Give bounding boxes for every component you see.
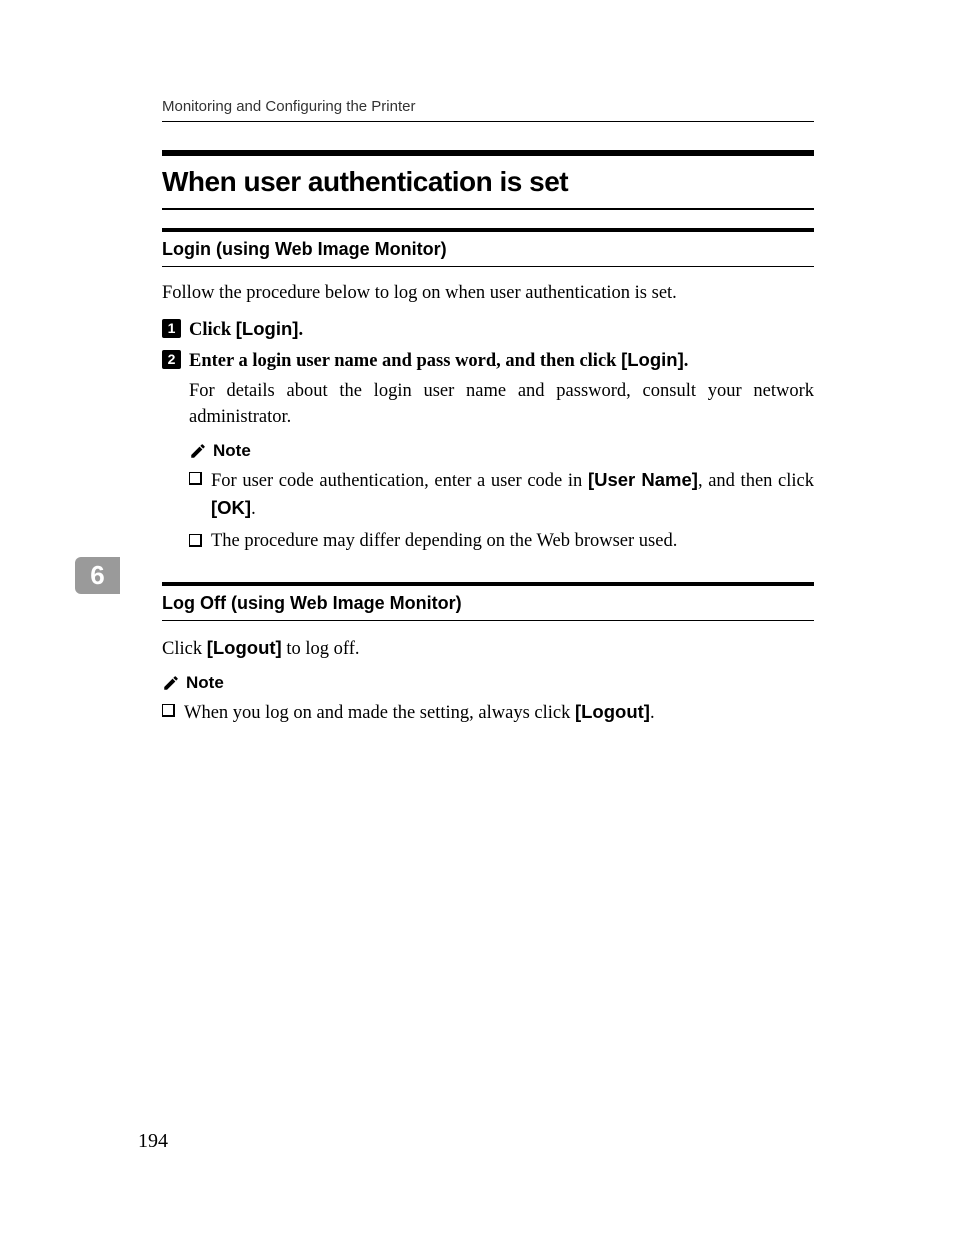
- note-text: For user code authentication, enter a us…: [211, 467, 814, 523]
- logout-ui-ref: [Logout]: [207, 637, 282, 658]
- step-1-text: Click [Login].: [189, 317, 303, 342]
- pencil-icon: [189, 442, 207, 460]
- note-item: The procedure may differ depending on th…: [189, 529, 814, 555]
- note-text: The procedure may differ depending on th…: [211, 529, 814, 555]
- note-text: When you log on and made the setting, al…: [184, 699, 814, 727]
- logout-ui-ref: [Logout]: [575, 701, 650, 722]
- section-title-block: When user authentication is set: [162, 150, 814, 210]
- login-ui-ref: [Login]: [236, 318, 299, 339]
- square-bullet-icon: [189, 472, 201, 484]
- username-ui-ref: [User Name]: [588, 469, 698, 490]
- note-label: Note: [213, 441, 251, 461]
- page-number: 194: [138, 1130, 168, 1153]
- step-2-text: Enter a login user name and pass word, a…: [189, 348, 688, 373]
- logoff-body: Click [Logout] to log off.: [162, 635, 814, 663]
- login-ui-ref: [Login]: [621, 349, 684, 370]
- ok-ui-ref: [OK]: [211, 497, 251, 518]
- running-header: Monitoring and Configuring the Printer: [162, 98, 814, 122]
- step-number-icon: 1: [162, 319, 181, 338]
- note-item: For user code authentication, enter a us…: [189, 467, 814, 523]
- login-intro: Follow the procedure below to log on whe…: [162, 281, 814, 307]
- square-bullet-icon: [162, 704, 174, 716]
- step-1: 1 Click [Login].: [162, 317, 814, 342]
- login-heading-block: Login (using Web Image Monitor): [162, 228, 814, 267]
- section-title: When user authentication is set: [162, 166, 814, 198]
- note-header: Note: [189, 441, 814, 461]
- logoff-heading: Log Off (using Web Image Monitor): [162, 593, 814, 614]
- note-header: Note: [162, 673, 814, 693]
- pencil-icon: [162, 674, 180, 692]
- note-item: When you log on and made the setting, al…: [162, 699, 814, 727]
- step-number-icon: 2: [162, 350, 181, 369]
- step-2: 2 Enter a login user name and pass word,…: [162, 348, 814, 373]
- note-label: Note: [186, 673, 224, 693]
- square-bullet-icon: [189, 534, 201, 546]
- step-2-detail: For details about the login user name an…: [189, 379, 814, 431]
- page-content: Monitoring and Configuring the Printer W…: [0, 0, 954, 727]
- logoff-heading-block: Log Off (using Web Image Monitor): [162, 582, 814, 621]
- login-heading: Login (using Web Image Monitor): [162, 239, 814, 260]
